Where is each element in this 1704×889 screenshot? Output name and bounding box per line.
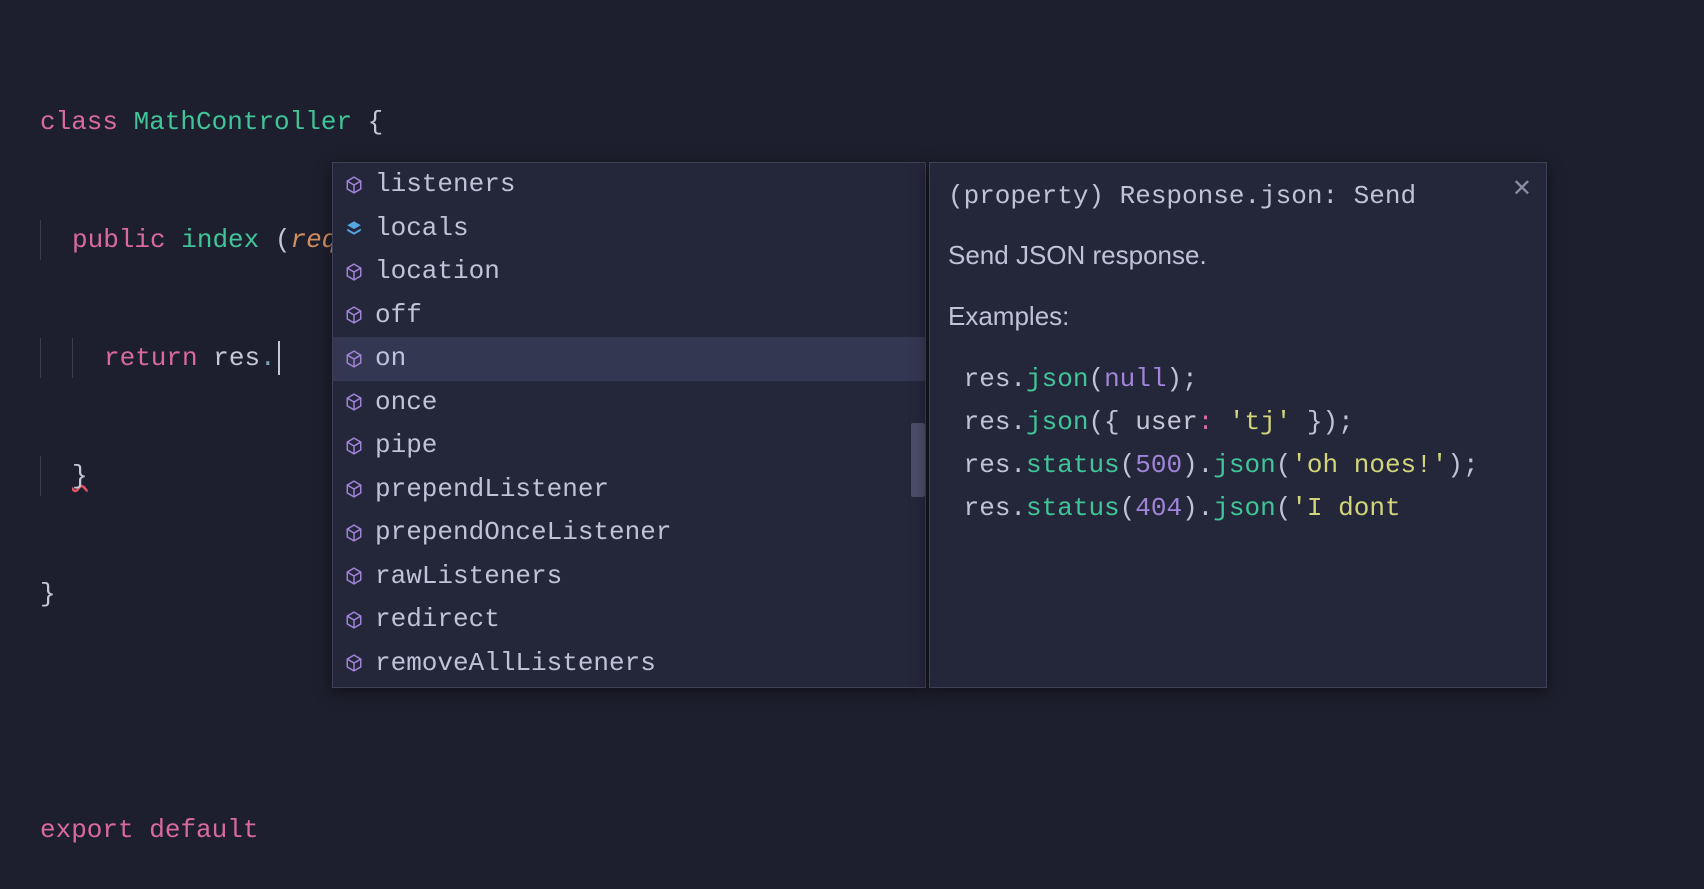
autocomplete-label: location (375, 252, 500, 291)
autocomplete-label: locals (375, 209, 469, 248)
autocomplete-label: rawListeners (375, 557, 562, 596)
autocomplete-item[interactable]: prependListener (333, 468, 925, 512)
brace-open: { (368, 103, 384, 142)
autocomplete-item[interactable]: prependOnceListener (333, 511, 925, 555)
autocomplete-label: removeAllListeners (375, 644, 656, 683)
autocomplete-item[interactable]: on (333, 337, 925, 381)
autocomplete-label: pipe (375, 426, 437, 465)
autocomplete-item[interactable]: removeAllListeners (333, 642, 925, 686)
brace-close: } (40, 575, 56, 614)
method-icon (343, 435, 365, 457)
method-icon (343, 478, 365, 500)
autocomplete-label: prependOnceListener (375, 513, 671, 552)
autocomplete-popup[interactable]: listeners locals location off on once pipe prep… (332, 162, 926, 688)
class-name: MathController (134, 103, 352, 142)
method-icon (343, 304, 365, 326)
doc-examples-label: Examples: (948, 297, 1528, 336)
autocomplete-item[interactable]: pipe (333, 424, 925, 468)
keyword-default: default (149, 811, 258, 850)
method-icon (343, 565, 365, 587)
brace-close-error: } (72, 457, 88, 496)
autocomplete-item[interactable]: redirect (333, 598, 925, 642)
doc-signature: (property) Response.json: Send (948, 177, 1528, 216)
autocomplete-label: on (375, 339, 406, 378)
code-line[interactable] (8, 692, 1696, 732)
autocomplete-label: off (375, 296, 422, 335)
autocomplete-label: once (375, 383, 437, 422)
autocomplete-item[interactable]: locals (333, 207, 925, 251)
keyword-export: export (40, 811, 134, 850)
autocomplete-item[interactable]: location (333, 250, 925, 294)
autocomplete-label: redirect (375, 600, 500, 639)
scrollbar-thumb[interactable] (911, 423, 925, 497)
property-icon (343, 217, 365, 239)
keyword-public: public (72, 221, 166, 260)
paren-open: ( (275, 221, 291, 260)
cursor (278, 341, 280, 375)
var-res: res (213, 339, 260, 378)
method-icon (343, 391, 365, 413)
method-icon (343, 652, 365, 674)
code-line[interactable]: export default (8, 810, 1696, 850)
doc-description: Send JSON response. (948, 236, 1528, 275)
code-line[interactable]: class MathController { (8, 102, 1696, 142)
autocomplete-label: listeners (375, 165, 515, 204)
autocomplete-label: prependListener (375, 470, 609, 509)
close-icon[interactable]: ✕ (1512, 173, 1532, 209)
method-icon (343, 609, 365, 631)
dot: . (260, 339, 276, 378)
documentation-popup: ✕ (property) Response.json: Send Send JS… (929, 162, 1547, 688)
autocomplete-item[interactable]: rawListeners (333, 555, 925, 599)
autocomplete-item[interactable]: once (333, 381, 925, 425)
doc-code-examples: res.json(null); res.json({ user: 'tj' })… (948, 358, 1528, 530)
method-icon (343, 174, 365, 196)
method-name: index (181, 221, 259, 260)
autocomplete-item[interactable]: off (333, 294, 925, 338)
keyword-class: class (40, 103, 118, 142)
method-icon (343, 261, 365, 283)
param-req: req (290, 221, 337, 260)
method-icon (343, 348, 365, 370)
method-icon (343, 522, 365, 544)
keyword-return: return (104, 339, 198, 378)
autocomplete-item[interactable]: listeners (333, 163, 925, 207)
